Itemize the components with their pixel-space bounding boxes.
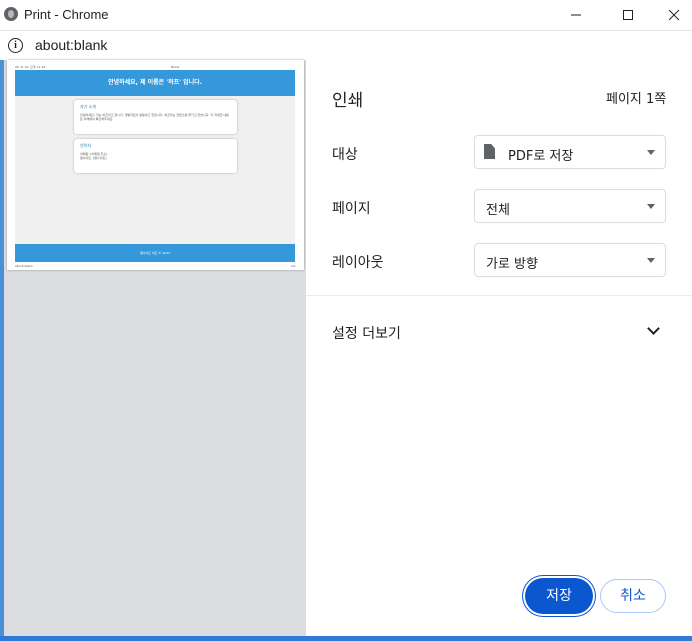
preview-card-text: 웹사이트: [웹사이트] bbox=[80, 156, 107, 160]
preview-banner: 안녕하세요, 제 이름은 '하프' 입니다. bbox=[15, 70, 295, 96]
print-preview-page: 26. 8. 10. 오후 11:24 Blank 안녕하세요, 제 이름은 '… bbox=[7, 60, 304, 270]
info-icon[interactable]: i bbox=[8, 38, 23, 53]
page-count: 페이지 1쪽 bbox=[606, 92, 667, 107]
preview-card-intro: 자기 소개 안녕하세요! 저는 하프라고 합니다. 개발자로서 활동하고 있습니… bbox=[74, 100, 237, 134]
background-page-edge-bottom bbox=[0, 636, 692, 641]
preview-card-text: 안녕하세요! 저는 하프라고 합니다. 개발자로서 활동하고 있습니다. 하프라… bbox=[80, 113, 229, 121]
preview-card-contact: 연락처 이메일: [이메일 주소] 웹사이트: [웹사이트] bbox=[74, 139, 237, 173]
minimize-button[interactable] bbox=[553, 0, 599, 30]
divider bbox=[306, 295, 692, 296]
maximize-icon bbox=[623, 10, 633, 20]
layout-select[interactable]: 가로 방향 bbox=[474, 243, 666, 277]
chrome-globe-icon bbox=[4, 7, 18, 21]
preview-header-title: Blank bbox=[171, 65, 180, 69]
preview-card-title: 연락처 bbox=[80, 143, 92, 148]
window-title: Print - Chrome bbox=[24, 7, 109, 22]
dropdown-caret-icon bbox=[647, 258, 655, 263]
preview-header-date: 26. 8. 10. 오후 11:24 bbox=[15, 65, 46, 69]
pages-label: 페이지 bbox=[332, 201, 371, 217]
document-icon bbox=[484, 144, 495, 159]
address-text: about:blank bbox=[35, 37, 108, 53]
cancel-button[interactable]: 취소 bbox=[600, 579, 666, 613]
address-bar: i about:blank bbox=[0, 31, 692, 61]
save-button[interactable]: 저장 bbox=[525, 578, 593, 614]
destination-select[interactable]: PDF로 저장 bbox=[474, 135, 666, 169]
pages-select[interactable]: 전체 bbox=[474, 189, 666, 223]
destination-label: 대상 bbox=[332, 147, 358, 163]
close-icon bbox=[668, 9, 680, 21]
preview-footer-page: 1/1 bbox=[291, 264, 296, 268]
dropdown-caret-icon bbox=[647, 150, 655, 155]
window-titlebar: Print - Chrome bbox=[0, 0, 692, 31]
destination-value: PDF로 저장 bbox=[508, 149, 574, 164]
layout-value: 가로 방향 bbox=[486, 257, 538, 272]
minimize-icon bbox=[571, 14, 581, 16]
preview-footer: 웹사이트 하프 © 2023 bbox=[15, 244, 295, 262]
preview-card-title: 자기 소개 bbox=[80, 104, 96, 109]
pages-value: 전체 bbox=[486, 203, 510, 218]
maximize-button[interactable] bbox=[605, 0, 651, 30]
dropdown-caret-icon bbox=[647, 204, 655, 209]
close-button[interactable] bbox=[651, 0, 692, 30]
background-page-edge bbox=[0, 60, 4, 641]
print-title: 인쇄 bbox=[332, 91, 364, 111]
layout-label: 레이아웃 bbox=[332, 255, 384, 271]
preview-footer-url: about:blank bbox=[15, 264, 33, 268]
more-settings-toggle[interactable]: 설정 더보기 bbox=[332, 323, 401, 343]
